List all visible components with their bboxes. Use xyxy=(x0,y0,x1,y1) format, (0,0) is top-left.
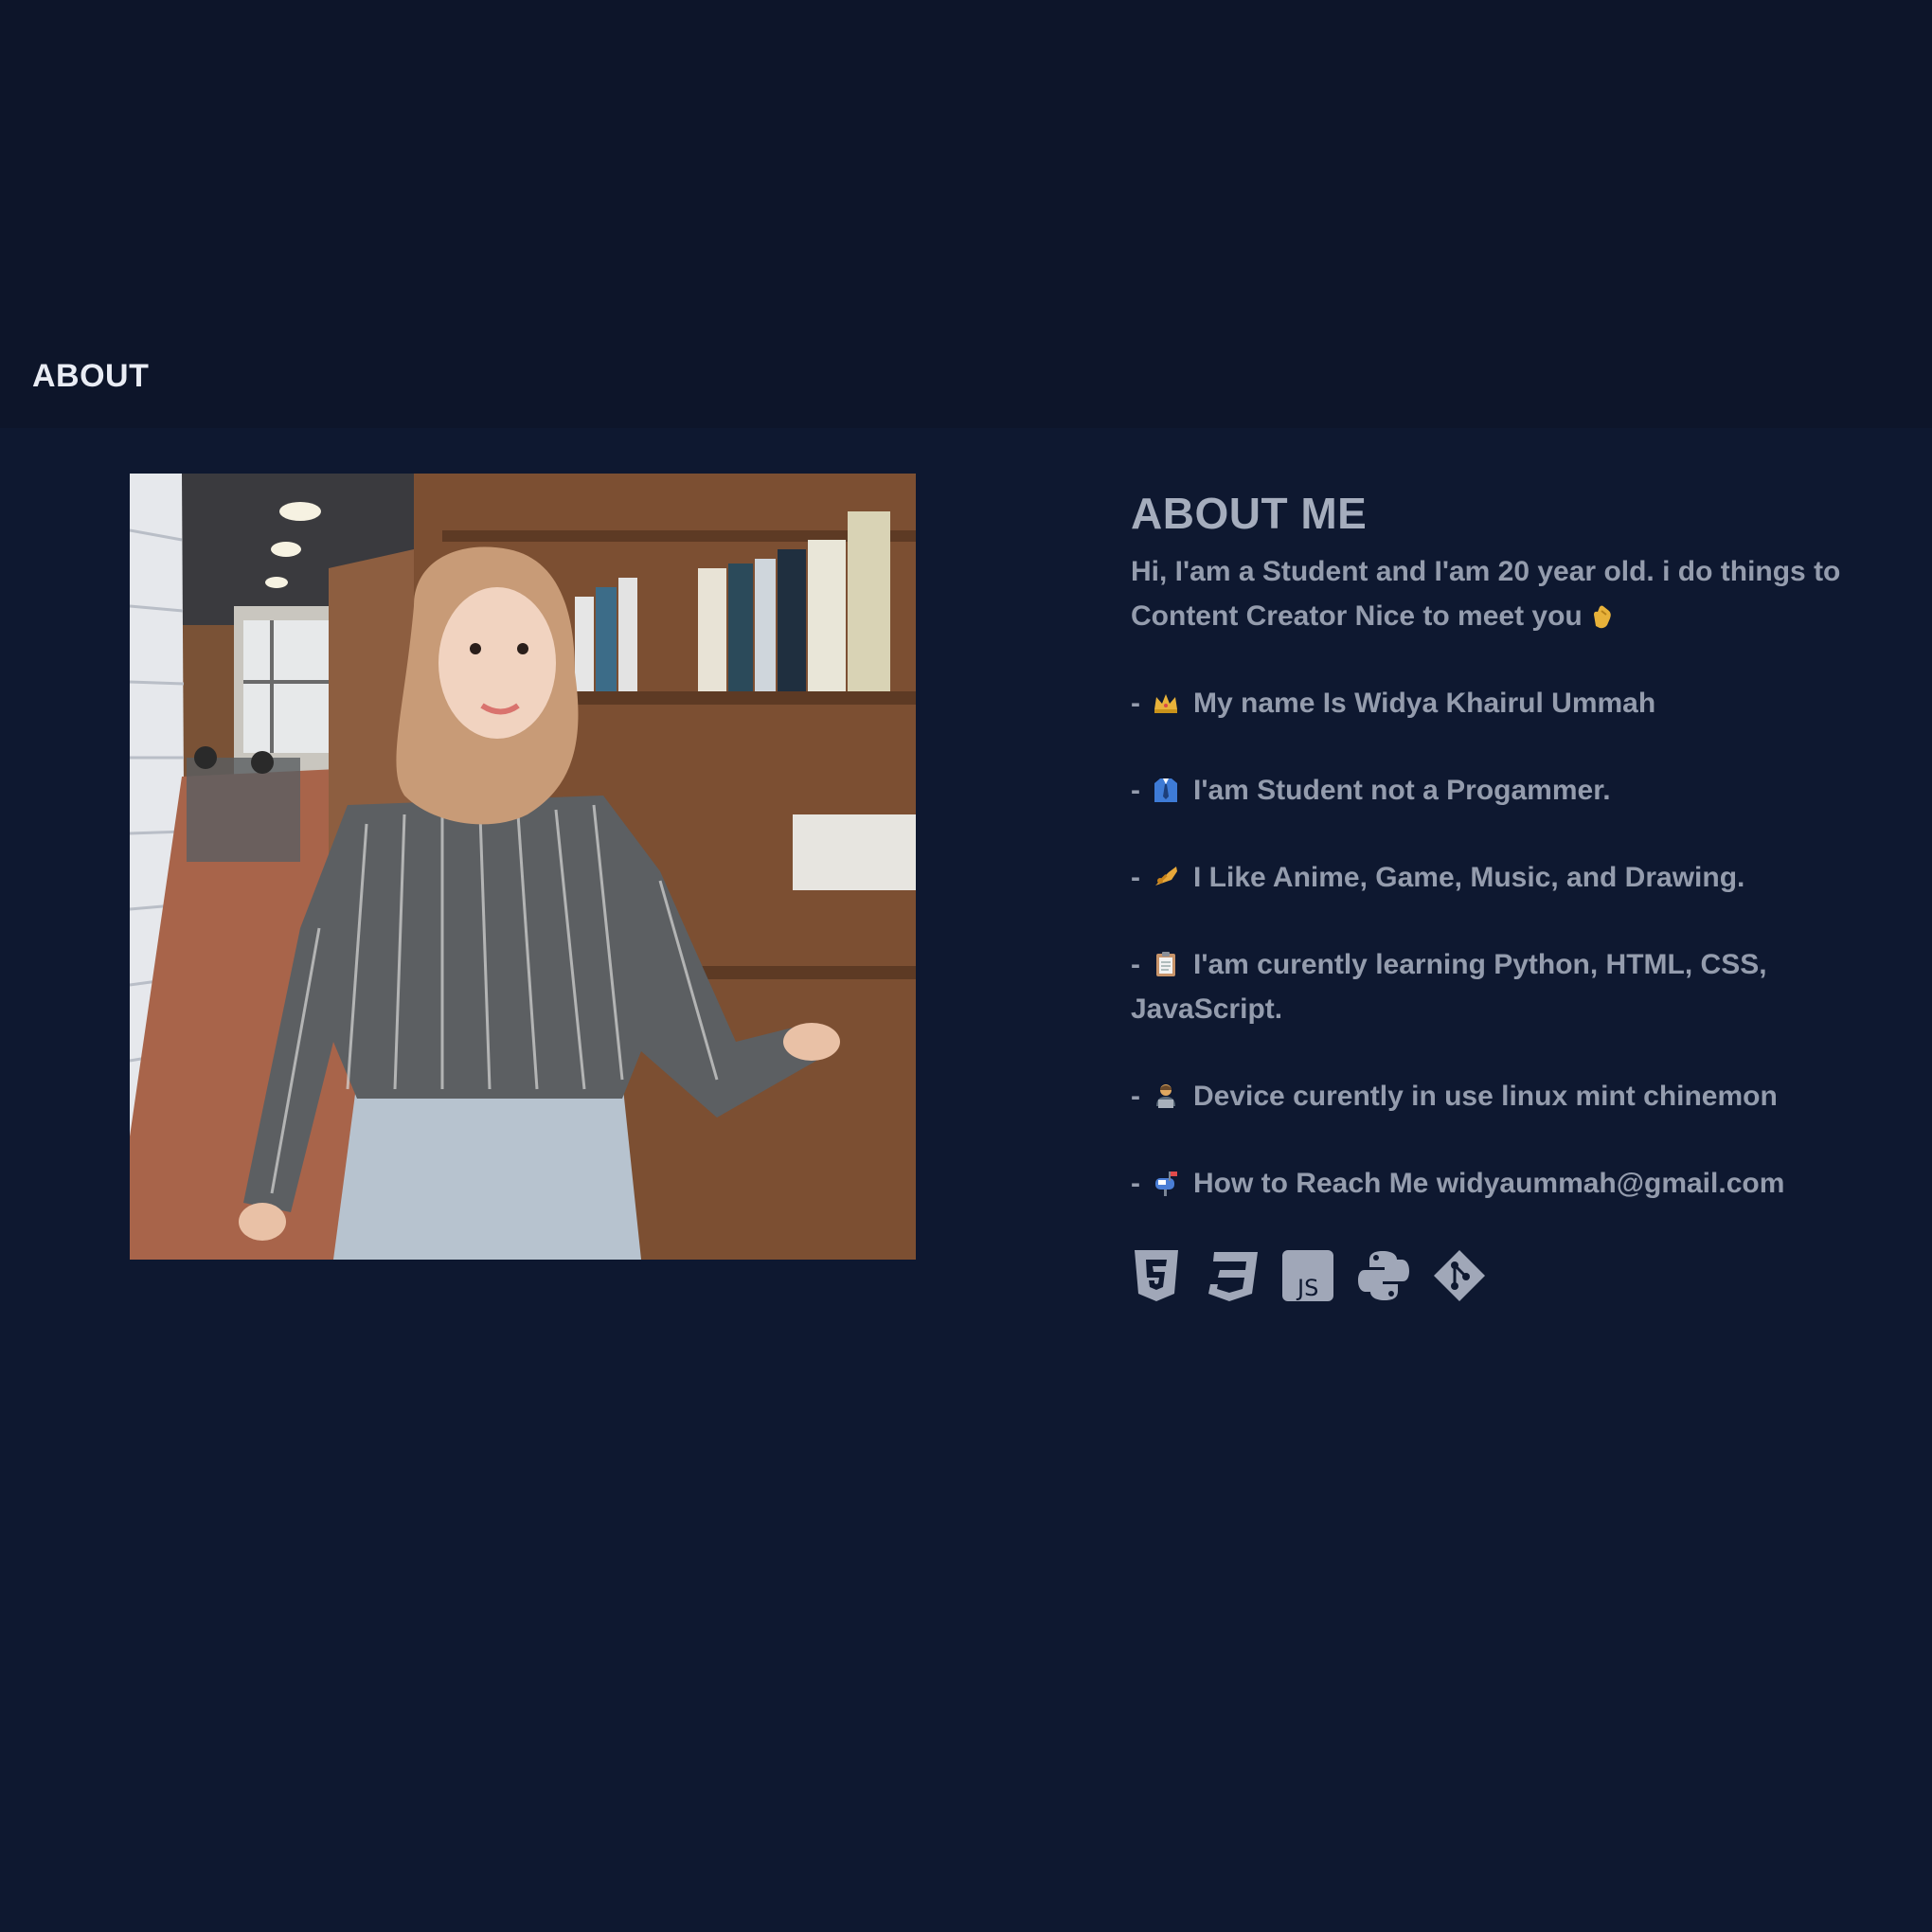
tech-stack-icons: JS xyxy=(1129,1248,1487,1303)
fact-dash: - xyxy=(1131,862,1140,893)
about-me-block: ABOUT ME Hi, I'am a Student and I'am 20 … xyxy=(1131,483,1888,1206)
fact-item: - How to Reach Me widyaummah@gmail.com xyxy=(1131,1161,1888,1206)
fact-item: - I'am curently learning Python, HTML, CS… xyxy=(1131,942,1888,1031)
fact-text: I'am curently learning Python, HTML, CSS… xyxy=(1131,949,1767,1025)
css3-icon[interactable] xyxy=(1205,1248,1260,1303)
trumpet-icon xyxy=(1155,867,1177,886)
intro-line: Hi, I'am a Student and I'am 20 year old.… xyxy=(1131,556,1841,632)
js-label: JS xyxy=(1296,1275,1318,1301)
html5-icon[interactable] xyxy=(1129,1248,1184,1303)
fact-item: - Device curently in use linux mint chine… xyxy=(1131,1074,1888,1118)
fact-text: I'am Student not a Progammer. xyxy=(1193,775,1611,806)
fact-text: How to Reach Me widyaummah@gmail.com xyxy=(1193,1168,1785,1199)
shirt-tie-icon xyxy=(1154,778,1177,802)
about-me-heading: ABOUT ME xyxy=(1131,489,1368,538)
fact-item: - I Like Anime, Game, Music, and Drawing. xyxy=(1131,855,1888,900)
nav-title[interactable]: ABOUT xyxy=(32,358,149,395)
fact-text: I Like Anime, Game, Music, and Drawing. xyxy=(1193,862,1745,893)
mailbox-icon xyxy=(1155,1172,1177,1196)
fact-text: Device curently in use linux mint chinem… xyxy=(1193,1081,1778,1112)
fact-dash: - xyxy=(1131,1081,1140,1112)
fact-dash: - xyxy=(1131,775,1140,806)
fact-dash: - xyxy=(1131,688,1140,719)
technologist-icon xyxy=(1156,1084,1175,1108)
clipboard-icon xyxy=(1156,952,1175,976)
git-icon[interactable] xyxy=(1432,1248,1487,1303)
clapping-hands-icon xyxy=(1593,605,1611,629)
fact-dash: - xyxy=(1131,1168,1140,1199)
fact-text: My name Is Widya Khairul Ummah xyxy=(1193,688,1656,719)
intro-text: Hi, I'am a Student and I'am 20 year old.… xyxy=(1131,549,1888,638)
fact-item: - My name Is Widya Khairul Ummah xyxy=(1131,681,1888,725)
javascript-icon[interactable]: JS xyxy=(1280,1248,1335,1303)
crown-icon xyxy=(1154,694,1177,713)
fact-item: - I'am Student not a Progammer. xyxy=(1131,768,1888,813)
fact-dash: - xyxy=(1131,949,1140,980)
profile-photo xyxy=(130,474,916,1260)
top-navbar: ABOUT xyxy=(0,0,1932,428)
python-icon[interactable] xyxy=(1356,1248,1411,1303)
